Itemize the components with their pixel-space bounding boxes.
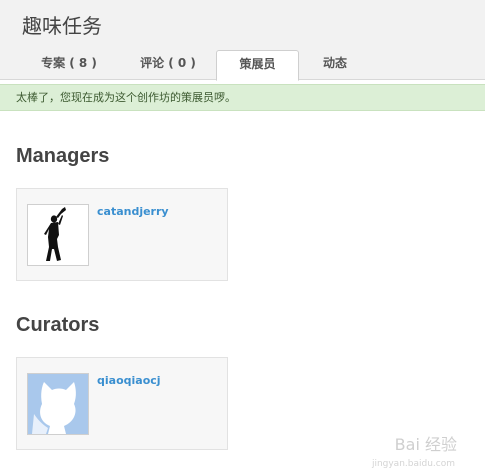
watermark: Bai 经验 bbox=[394, 435, 457, 454]
tab-comments[interactable]: 评论 ( 0 ) bbox=[118, 50, 218, 80]
avatar[interactable] bbox=[27, 204, 89, 266]
studio-header: 趣味任务 专案 ( 8 ) 评论 ( 0 ) 策展员 动态 bbox=[0, 0, 485, 81]
manager-username-link[interactable]: catandjerry bbox=[97, 205, 169, 218]
tab-activity[interactable]: 动态 bbox=[301, 50, 369, 80]
avatar[interactable] bbox=[27, 373, 89, 435]
manager-card: catandjerry bbox=[16, 188, 228, 281]
studio-tabs: 专案 ( 8 ) 评论 ( 0 ) 策展员 动态 bbox=[14, 50, 474, 81]
managers-heading: Managers bbox=[16, 145, 110, 167]
scratch-cat-image bbox=[28, 374, 88, 434]
curator-username-link[interactable]: qiaoqiaocj bbox=[97, 374, 161, 387]
curator-card: qiaoqiaocj bbox=[16, 357, 228, 450]
watermark-url: jingyan.baidu.com bbox=[371, 459, 455, 469]
success-alert: 太棒了，您现在成为这个创作坊的策展员啰。 bbox=[0, 84, 485, 111]
studio-title: 趣味任务 bbox=[22, 14, 102, 38]
tab-curators[interactable]: 策展员 bbox=[216, 50, 299, 81]
dancer-silhouette-image bbox=[28, 205, 88, 265]
curators-heading: Curators bbox=[16, 314, 100, 336]
tab-projects[interactable]: 专案 ( 8 ) bbox=[14, 50, 124, 80]
